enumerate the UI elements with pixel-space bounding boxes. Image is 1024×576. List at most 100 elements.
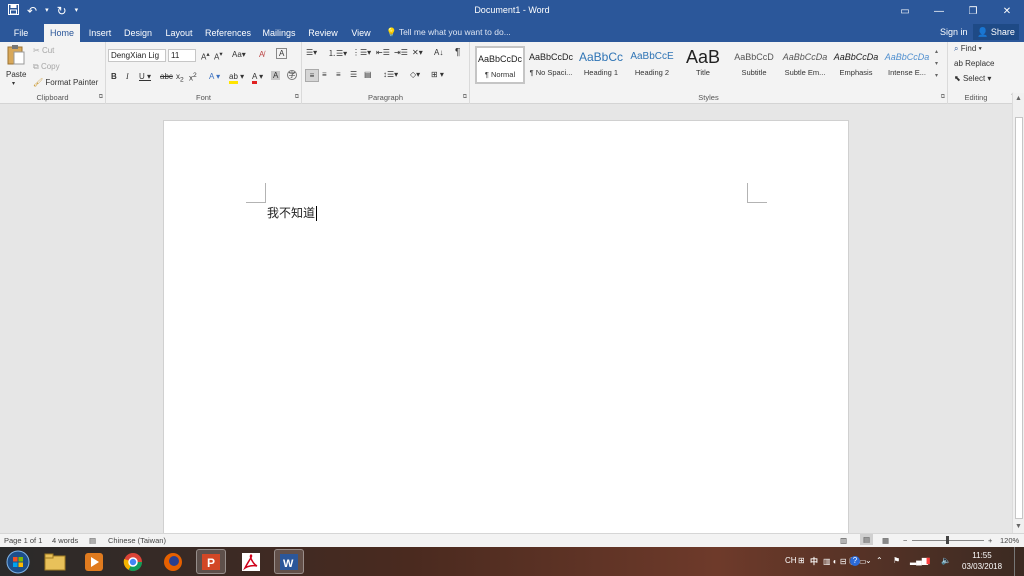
styles-scroll[interactable]: ▴ ▾ ▾ [935,46,938,82]
ime-toolbar-icon[interactable]: ⊞ [798,556,805,565]
ime-settings-icon[interactable]: ▥ ◐ ⊟ ⓪ ▭ [823,556,867,567]
bold-icon[interactable]: B [111,72,117,81]
acrobat-icon[interactable] [236,549,266,574]
character-shading-icon[interactable]: A [271,71,281,80]
file-explorer-icon[interactable] [40,549,70,574]
style-no-spacing[interactable]: AaBbCcDc ¶ No Spaci... [526,46,576,84]
shrink-font-icon[interactable]: A▾ [214,50,223,62]
highlight-icon[interactable]: ab ▾ [229,72,244,84]
tab-review[interactable]: Review [304,24,342,42]
tab-design[interactable]: Design [120,24,156,42]
subscript-icon[interactable]: x2 [176,72,184,84]
language-indicator[interactable]: Chinese (Taiwan) [108,536,166,545]
tab-references[interactable]: References [202,24,254,42]
chevron-down-icon[interactable]: ⌄ [865,556,872,565]
action-center-icon[interactable]: ⚑ [893,556,900,565]
character-border-icon[interactable]: A [276,48,288,59]
powerpoint-icon[interactable]: P [196,549,226,574]
chrome-icon[interactable] [118,549,148,574]
font-size-box[interactable]: 11 [168,49,196,62]
style-emphasis[interactable]: AaBbCcDa Emphasis [831,46,881,84]
numbering-icon[interactable]: ⒈☰▾ [328,48,347,59]
page-count[interactable]: Page 1 of 1 [4,536,42,545]
tab-file[interactable]: File [6,24,36,42]
document-body[interactable]: 我不知道 [267,204,318,221]
multilevel-list-icon[interactable]: ⋮☰▾ [352,48,371,57]
word-icon[interactable]: W [274,549,304,574]
proofing-icon[interactable]: ▤ [89,536,96,545]
paste-label[interactable]: Paste [6,70,26,79]
strikethrough-icon[interactable]: abc [160,72,173,81]
tab-insert[interactable]: Insert [84,24,116,42]
decrease-indent-icon[interactable]: ⇤☰ [376,48,390,57]
change-case-icon[interactable]: Aa▾ [232,50,246,59]
system-clock[interactable]: 11:55 03/03/2018 [962,550,1002,572]
firefox-icon[interactable] [158,549,188,574]
tab-mailings[interactable]: Mailings [258,24,300,42]
style-intense-emphasis[interactable]: AaBbCcDa Intense E... [882,46,932,84]
italic-icon[interactable]: I [126,72,129,81]
web-layout-icon[interactable]: ▦ [882,536,889,545]
zoom-in-button[interactable]: + [988,536,992,545]
help-icon[interactable]: ? [850,556,860,566]
dialog-launcher-icon[interactable]: ⧉ [295,94,299,101]
increase-indent-icon[interactable]: ⇥☰ [394,48,408,57]
align-left-icon[interactable]: ≡ [305,69,319,82]
borders-icon[interactable]: ⊞ ▾ [431,70,444,79]
scrollbar-thumb[interactable] [1015,117,1023,519]
line-spacing-icon[interactable]: ↕☰▾ [383,70,398,79]
dialog-launcher-icon[interactable]: ⧉ [941,94,945,101]
dialog-launcher-icon[interactable]: ⧉ [99,94,103,101]
sign-in-link[interactable]: Sign in [940,27,968,37]
font-color-icon[interactable]: A ▾ [252,72,263,84]
select-button[interactable]: ⬉ Select ▾ [954,74,991,83]
grow-font-icon[interactable]: A▴ [201,50,210,62]
align-right-icon[interactable]: ≡ [336,70,341,79]
style-heading-1[interactable]: AaBbCc Heading 1 [576,46,626,84]
font-name-box[interactable]: DengXian Lig [108,49,166,62]
scroll-up-icon[interactable]: ▲ [1015,95,1022,102]
format-painter-button[interactable]: 🖌 Format Painter [33,78,98,87]
distributed-icon[interactable]: ▤ [364,70,372,79]
scroll-down-icon[interactable]: ▼ [1015,523,1022,530]
bullets-icon[interactable]: ☰▾ [306,48,317,57]
vertical-scrollbar[interactable]: ▲ ▼ [1012,93,1024,533]
show-desktop-button[interactable] [1014,547,1024,576]
word-count[interactable]: 4 words [52,536,78,545]
tab-view[interactable]: View [346,24,376,42]
volume-icon[interactable]: 🔈 [941,556,951,565]
tab-home[interactable]: Home [44,24,80,42]
ribbon-display-options-button[interactable]: ▭ [888,0,922,22]
restore-button[interactable]: ❐ [956,0,990,22]
text-effects-icon[interactable]: A ▾ [209,72,220,81]
zoom-level[interactable]: 120% [1000,536,1019,545]
read-mode-icon[interactable]: ▥ [840,536,847,545]
pilcrow-icon[interactable]: ¶ [455,47,460,58]
tell-me-box[interactable]: 💡 Tell me what you want to do... [386,27,511,38]
superscript-icon[interactable]: x2 [189,72,197,83]
shading-icon[interactable]: ◇▾ [410,70,420,79]
cut-button[interactable]: ✂ Cut [33,46,54,55]
zoom-out-button[interactable]: − [903,536,907,545]
tab-layout[interactable]: Layout [160,24,198,42]
start-button[interactable] [3,549,33,574]
share-button[interactable]: 👤 Share [973,24,1019,40]
document-page[interactable]: 我不知道 [163,120,849,540]
copy-button[interactable]: ⧉ Copy [33,62,60,72]
ime-mode-indicator[interactable]: 中 [810,556,818,567]
media-player-icon[interactable] [79,549,109,574]
sort-icon[interactable]: A↓ [434,48,443,57]
asian-layout-icon[interactable]: ✕▾ [412,48,423,57]
style-subtle-emphasis[interactable]: AaBbCcDa Subtle Em... [780,46,830,84]
replace-button[interactable]: ab Replace [954,59,995,68]
enclose-characters-icon[interactable]: 字 [287,70,297,80]
chevron-down-icon[interactable]: ▾ [12,80,15,87]
clear-formatting-icon[interactable]: A̸ [259,50,264,59]
find-button[interactable]: ⌕ Find ▾ [954,44,982,54]
show-hidden-icons[interactable]: ⌃ [876,556,883,565]
style-title[interactable]: AaB Title [678,46,728,84]
underline-icon[interactable]: U ▾ [139,72,151,81]
style-normal[interactable]: AaBbCcDc ¶ Normal [475,46,525,84]
minimize-button[interactable]: — [922,0,956,22]
dialog-launcher-icon[interactable]: ⧉ [463,94,467,101]
